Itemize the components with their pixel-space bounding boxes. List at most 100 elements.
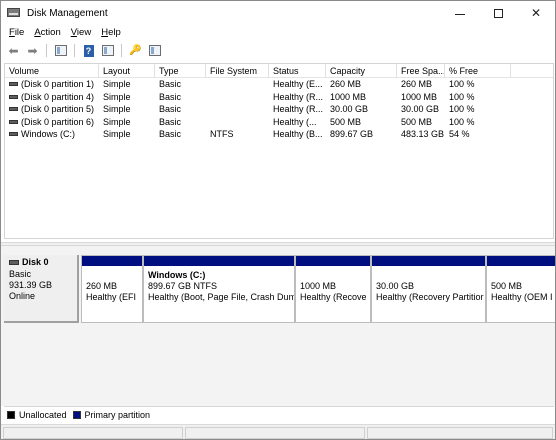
- disk-row: Disk 0 Basic 931.39 GB Online 260 MB Hea…: [4, 255, 555, 323]
- partition-size: 500 MB: [491, 281, 523, 291]
- legend-label: Primary partition: [84, 409, 151, 420]
- primary-partition-bar: [296, 256, 370, 266]
- close-icon: ✕: [530, 6, 542, 20]
- partition-name: [300, 270, 366, 281]
- volume-row[interactable]: (Disk 0 partition 6) Simple Basic Health…: [5, 116, 553, 129]
- status-bar-segment: [185, 427, 365, 439]
- primary-partition-bar: [372, 256, 485, 266]
- volume-row[interactable]: (Disk 0 partition 5) Simple Basic Health…: [5, 103, 553, 116]
- toolbar-separator: [121, 44, 122, 57]
- volume-status: Healthy (B...: [273, 129, 323, 139]
- console-tree-icon: [54, 45, 67, 56]
- partition-size: 899.67 GB NTFS: [148, 281, 218, 291]
- volume-layout: Simple: [103, 91, 131, 102]
- status-bar-segment: [3, 427, 183, 439]
- volume-row[interactable]: Windows (C:) Simple Basic NTFS Healthy (…: [5, 128, 553, 141]
- volume-name: (Disk 0 partition 4): [21, 91, 95, 102]
- show-hide-console-tree-button[interactable]: [52, 43, 69, 58]
- volume-name: Windows (C:): [21, 129, 76, 139]
- volume-list[interactable]: Volume Layout Type File System Status Ca…: [4, 63, 554, 239]
- properties-icon: [101, 45, 114, 56]
- back-button[interactable]: ⬅: [5, 43, 22, 58]
- volume-capacity: 30.00 GB: [330, 104, 369, 114]
- partition-name: [491, 270, 551, 281]
- column-header-file-system[interactable]: File System: [206, 64, 269, 78]
- volume-free-space: 483.13 GB: [401, 129, 445, 139]
- primary-partition-bar: [144, 256, 294, 266]
- primary-partition-bar: [487, 256, 555, 266]
- volume-file-system: [206, 78, 269, 91]
- rescan-disks-button[interactable]: 🔑: [127, 43, 144, 58]
- help-button[interactable]: ?: [80, 43, 97, 58]
- partition-block[interactable]: 500 MB Healthy (OEM I: [486, 255, 555, 323]
- partition-block[interactable]: 1000 MB Healthy (Recove: [295, 255, 371, 323]
- volume-layout: Simple: [103, 79, 131, 89]
- volume-capacity: 1000 MB: [330, 91, 367, 102]
- disk-label[interactable]: Disk 0 Basic 931.39 GB Online: [4, 255, 79, 323]
- volume-status: Healthy (R...: [273, 91, 324, 102]
- partition-size: 260 MB: [86, 281, 118, 291]
- partition-block[interactable]: Windows (C:) 899.67 GB NTFS Healthy (Boo…: [143, 255, 295, 323]
- properties-button[interactable]: [99, 43, 116, 58]
- title-bar[interactable]: Disk Management ✕: [1, 1, 555, 25]
- rescan-disks-icon: 🔑: [129, 45, 142, 56]
- menu-file[interactable]: File: [4, 27, 29, 38]
- volume-type: Basic: [159, 129, 182, 139]
- partition-name: [86, 270, 138, 281]
- volume-type: Basic: [159, 104, 182, 114]
- primary-partition-bar: [82, 256, 142, 266]
- volume-status: Healthy (...: [273, 116, 317, 127]
- column-header-status[interactable]: Status: [269, 64, 326, 78]
- volume-list-header: Volume Layout Type File System Status Ca…: [5, 64, 553, 78]
- volume-capacity: 260 MB: [330, 79, 362, 89]
- volume-row[interactable]: (Disk 0 partition 1) Simple Basic Health…: [5, 78, 553, 91]
- volume-type: Basic: [159, 79, 182, 89]
- volume-status: Healthy (R...: [273, 104, 324, 114]
- volume-name: (Disk 0 partition 1): [21, 79, 95, 89]
- disk-list-button[interactable]: [146, 43, 163, 58]
- partition-size: 30.00 GB: [376, 281, 415, 291]
- partition-block[interactable]: 30.00 GB Healthy (Recovery Partitior: [371, 255, 486, 323]
- volume-percent-free: 100 %: [449, 104, 475, 114]
- menu-action[interactable]: Action: [29, 27, 65, 38]
- menu-view[interactable]: View: [66, 27, 96, 38]
- window-controls: ✕: [441, 1, 555, 25]
- legend: Unallocated Primary partition: [4, 406, 554, 422]
- partition-status: Healthy (OEM I: [491, 292, 553, 302]
- column-header-capacity[interactable]: Capacity: [326, 64, 397, 78]
- partition-size: 1000 MB: [300, 281, 337, 291]
- volume-capacity: 500 MB: [330, 116, 362, 127]
- volume-icon: [9, 119, 18, 124]
- volume-free-space: 260 MB: [401, 79, 433, 89]
- volume-file-system: [206, 91, 269, 104]
- disk-size: 931.39 GB: [9, 280, 53, 290]
- forward-button[interactable]: ➡: [24, 43, 41, 58]
- volume-percent-free: 100 %: [449, 116, 475, 127]
- column-header-volume[interactable]: Volume: [5, 64, 99, 78]
- maximize-button[interactable]: [479, 1, 517, 25]
- partition-status: Healthy (Boot, Page File, Crash Dum: [148, 292, 294, 302]
- volume-type: Basic: [159, 91, 182, 102]
- column-header-layout[interactable]: Layout: [99, 64, 155, 78]
- disk-name: Disk 0: [22, 257, 49, 267]
- help-icon: ?: [83, 44, 94, 57]
- volume-percent-free: 54 %: [449, 129, 470, 139]
- volume-capacity: 899.67 GB: [330, 129, 374, 139]
- legend-label: Unallocated: [19, 409, 67, 420]
- column-header-percent-free[interactable]: % Free: [445, 64, 511, 78]
- column-header-type[interactable]: Type: [155, 64, 206, 78]
- volume-file-system: NTFS: [210, 129, 234, 139]
- disk-state: Online: [9, 291, 36, 301]
- maximize-icon: [493, 8, 503, 18]
- column-header-free-space[interactable]: Free Spa...: [397, 64, 445, 78]
- volume-row[interactable]: (Disk 0 partition 4) Simple Basic Health…: [5, 91, 553, 104]
- minimize-button[interactable]: [441, 1, 479, 25]
- partition-block[interactable]: 260 MB Healthy (EFI: [81, 255, 143, 323]
- close-button[interactable]: ✕: [517, 1, 555, 25]
- unallocated-swatch: [7, 410, 15, 419]
- volume-free-space: 500 MB: [401, 116, 433, 127]
- menu-help[interactable]: Help: [96, 27, 126, 38]
- back-arrow-icon: ⬅: [8, 43, 19, 58]
- volume-status: Healthy (E...: [273, 79, 323, 89]
- volume-icon: [9, 82, 18, 87]
